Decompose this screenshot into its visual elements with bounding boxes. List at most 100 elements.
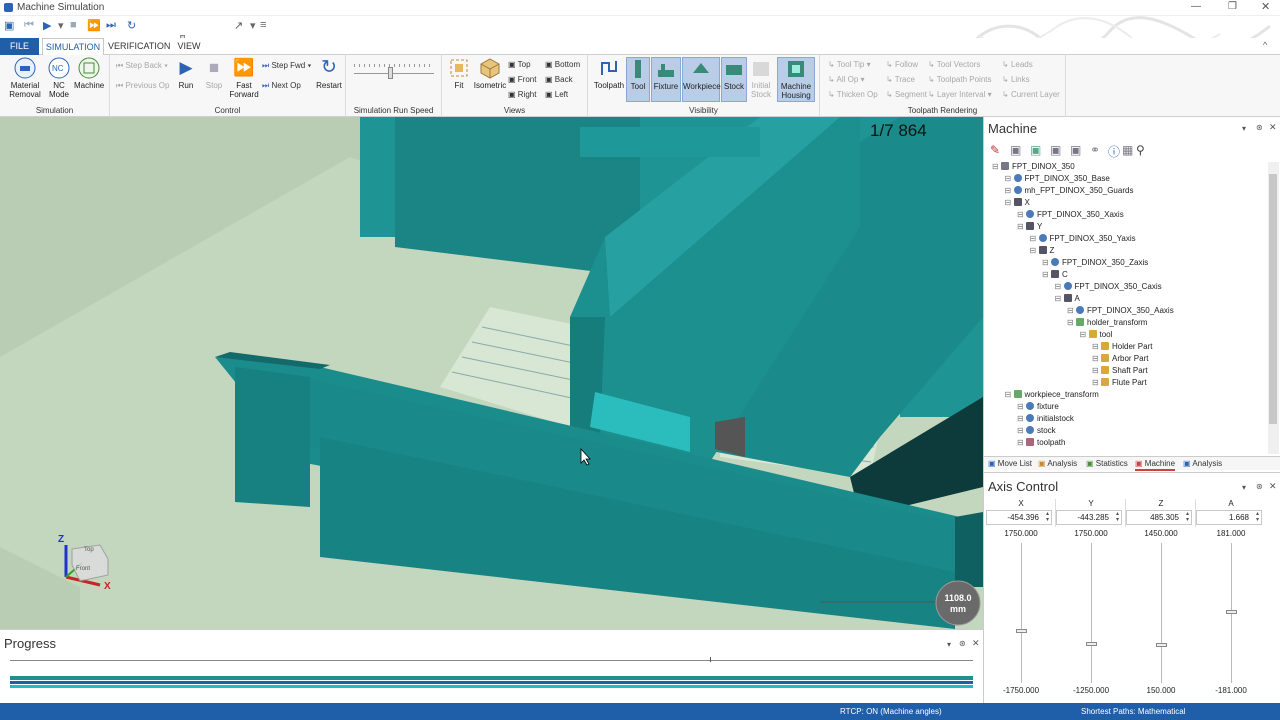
tree-item[interactable]: ⊟ FPT_DINOX_350_Yaxis: [1030, 234, 1136, 243]
panel-menu-icon[interactable]: ▾: [1242, 124, 1246, 133]
view-cube-front[interactable]: Front: [76, 566, 90, 572]
stop-icon[interactable]: ■: [70, 19, 77, 31]
play-dropdown-icon[interactable]: ▾: [58, 19, 64, 32]
copy-icon[interactable]: ▣: [1050, 143, 1061, 157]
progress-close-icon[interactable]: ✕: [972, 638, 980, 649]
tree-expander-icon[interactable]: ⊟: [1055, 294, 1064, 303]
tree-item[interactable]: ⊟ workpiece_transform: [1005, 390, 1099, 399]
tree-item[interactable]: ⊟ Shaft Part: [1092, 366, 1148, 375]
tree-expander-icon[interactable]: ⊟: [1092, 354, 1101, 363]
axis-value-input[interactable]: -443.285 ▴ ▾: [1056, 510, 1122, 525]
grid-icon[interactable]: ▦: [1122, 143, 1133, 157]
thicken-op-button[interactable]: ↳ Thicken Op: [828, 90, 878, 99]
axis-panel-close-icon[interactable]: ✕: [1269, 481, 1277, 492]
link-icon[interactable]: ⚭: [1090, 143, 1100, 157]
tree-item[interactable]: ⊟ stock: [1017, 426, 1056, 435]
material-removal-button[interactable]: Material Removal: [4, 57, 46, 99]
spin-arrows-icon[interactable]: ▴ ▾: [1186, 511, 1189, 523]
tree-expander-icon[interactable]: ⊟: [1042, 270, 1051, 279]
all-op-button[interactable]: ↳ All Op ▾: [828, 75, 865, 84]
workpiece-toggle[interactable]: Workpiece: [682, 57, 721, 102]
tool-tip-button[interactable]: ↳ Tool Tip ▾: [828, 60, 871, 69]
close-icon[interactable]: ✕: [1261, 0, 1270, 13]
tree-item[interactable]: ⊟ FPT_DINOX_350_Caxis: [1055, 282, 1162, 291]
tree-item[interactable]: ⊟ FPT_DINOX_350_Zaxis: [1042, 258, 1148, 267]
tree-expander-icon[interactable]: ⊟: [1092, 378, 1101, 387]
tree-expander-icon[interactable]: ⊟: [1067, 318, 1076, 327]
tree-expander-icon[interactable]: ⊟: [1080, 330, 1089, 339]
minimize-icon[interactable]: —: [1191, 1, 1201, 12]
tree-item[interactable]: ⊟ C: [1042, 270, 1068, 279]
pointer-icon[interactable]: ↗: [234, 19, 243, 32]
axis-slider-thumb[interactable]: [1016, 629, 1027, 634]
stock-toggle[interactable]: Stock: [721, 57, 747, 102]
add-component-icon[interactable]: ▣: [1010, 143, 1021, 157]
tab-file[interactable]: FILE: [0, 38, 39, 55]
progress-pin-icon[interactable]: ⊛: [959, 639, 966, 648]
axis-slider-thumb[interactable]: [1086, 641, 1097, 646]
tree-item[interactable]: ⊟ FPT_DINOX_350: [992, 162, 1075, 171]
import-icon[interactable]: ▣: [1030, 143, 1041, 157]
tree-expander-icon[interactable]: ⊟: [1030, 246, 1039, 255]
tree-item[interactable]: ⊟ fixture: [1017, 402, 1059, 411]
tab-statistics[interactable]: ▣ Statistics: [1086, 459, 1128, 471]
current-layer-button[interactable]: ↳ Current Layer: [1002, 90, 1060, 99]
layer-interval-button[interactable]: ↳ Layer Interval ▾: [928, 90, 992, 99]
rewind-icon[interactable]: ⏮: [24, 19, 34, 32]
tree-expander-icon[interactable]: ⊟: [1017, 210, 1026, 219]
pointer-dropdown-icon[interactable]: ▾: [250, 19, 256, 32]
tab-machine[interactable]: ▣ Machine: [1135, 459, 1176, 471]
tree-item[interactable]: ⊟ Flute Part: [1092, 378, 1147, 387]
search-icon[interactable]: ⚲: [1136, 143, 1145, 157]
skip-end-icon[interactable]: ⏭: [106, 19, 116, 32]
follow-button[interactable]: ↳ Follow: [886, 60, 918, 69]
stop-button[interactable]: ■ Stop: [202, 57, 226, 90]
tab-analysis-2[interactable]: ▣ Analysis: [1183, 459, 1222, 471]
tree-expander-icon[interactable]: ⊟: [1005, 390, 1014, 399]
tree-item[interactable]: ⊟ X: [1005, 198, 1030, 207]
paste-icon[interactable]: ▣: [1070, 143, 1081, 157]
tab-view[interactable]: VIEW: [172, 38, 206, 55]
tree-item[interactable]: ⊟ FPT_DINOX_350_Aaxis: [1067, 306, 1174, 315]
tree-expander-icon[interactable]: ⊟: [1017, 222, 1026, 231]
speed-slider[interactable]: [388, 67, 393, 79]
tree-expander-icon[interactable]: ⊟: [1017, 438, 1026, 447]
axis-value-input[interactable]: -454.396 ▴ ▾: [986, 510, 1052, 525]
initial-stock-toggle[interactable]: Initial Stock: [748, 57, 774, 99]
spin-arrows-icon[interactable]: ▴ ▾: [1116, 511, 1119, 523]
tree-item[interactable]: ⊟ FPT_DINOX_350_Xaxis: [1017, 210, 1124, 219]
tree-item[interactable]: ⊟ toolpath: [1017, 438, 1065, 447]
restart-button[interactable]: ↻ Restart: [314, 57, 344, 90]
tree-scrollbar[interactable]: [1268, 162, 1279, 454]
next-op-button[interactable]: ⏭ Next Op: [262, 81, 301, 91]
restart-icon[interactable]: ↻: [127, 19, 136, 32]
tree-expander-icon[interactable]: ⊟: [1005, 174, 1014, 183]
spin-arrows-icon[interactable]: ▴ ▾: [1046, 511, 1049, 523]
tree-expander-icon[interactable]: ⊟: [1092, 342, 1101, 351]
axis-value-input[interactable]: 1.668 ▴ ▾: [1196, 510, 1262, 525]
view-back-button[interactable]: ▣ Back: [545, 75, 573, 84]
toolpath-points-button[interactable]: ↳ Toolpath Points: [928, 75, 991, 84]
tree-item[interactable]: ⊟ FPT_DINOX_350_Base: [1005, 174, 1110, 183]
tree-expander-icon[interactable]: ⊟: [992, 162, 1001, 171]
axis-value-input[interactable]: 485.305 ▴ ▾: [1126, 510, 1192, 525]
nc-mode-button[interactable]: NC NC Mode: [46, 57, 72, 99]
axis-slider-thumb[interactable]: [1156, 643, 1167, 648]
tree-expander-icon[interactable]: ⊟: [1030, 234, 1039, 243]
links-button[interactable]: ↳ Links: [1002, 75, 1030, 84]
tree-expander-icon[interactable]: ⊟: [1092, 366, 1101, 375]
tree-expander-icon[interactable]: ⊟: [1017, 426, 1026, 435]
tree-item[interactable]: ⊟ Y: [1017, 222, 1042, 231]
segment-button[interactable]: ↳ Segment: [886, 90, 927, 99]
tab-analysis[interactable]: ▣ Analysis: [1038, 459, 1077, 471]
panel-close-icon[interactable]: ✕: [1269, 122, 1277, 133]
tree-item[interactable]: ⊟ Z: [1030, 246, 1054, 255]
tree-expander-icon[interactable]: ⊟: [1017, 402, 1026, 411]
step-fwd-button[interactable]: ⏭ Step Fwd ▾: [262, 61, 311, 71]
tree-expander-icon[interactable]: ⊟: [1042, 258, 1051, 267]
fixture-toggle[interactable]: Fixture: [651, 57, 681, 102]
fast-forward-icon[interactable]: ⏩: [87, 19, 101, 32]
play-icon[interactable]: ▶: [43, 19, 51, 32]
tree-item[interactable]: ⊟ mh_FPT_DINOX_350_Guards: [1005, 186, 1133, 195]
maximize-icon[interactable]: ❐: [1228, 1, 1237, 12]
